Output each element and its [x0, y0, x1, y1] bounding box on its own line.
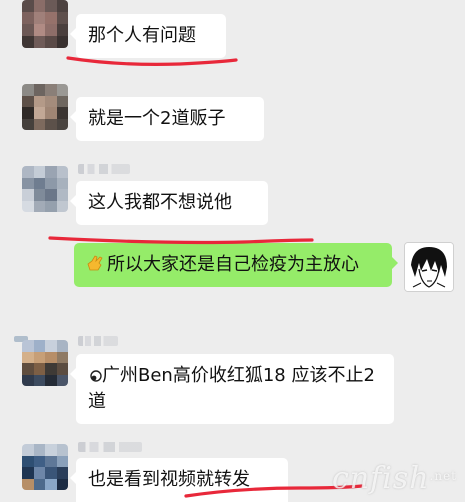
quote-icon — [88, 364, 102, 384]
message-bubble[interactable]: 就是一个2道贩子 — [70, 97, 264, 141]
message-text: 这人我都不想说他 — [88, 192, 232, 213]
anime-avatar-icon — [405, 243, 453, 291]
message-text: 也是看到视频就转发 — [88, 469, 250, 490]
message-text: 广州Ben高价收红狐18 应该不止2道 — [88, 365, 375, 412]
message-bubble-self[interactable]: 所以大家还是自己检疫为主放心 — [74, 243, 398, 287]
avatar[interactable] — [22, 444, 68, 490]
message-text: 就是一个2道贩子 — [88, 108, 226, 129]
sender-name — [78, 336, 118, 346]
sender-name — [78, 442, 142, 452]
message-text: 所以大家还是自己检疫为主放心 — [107, 254, 359, 275]
message-bubble[interactable]: 那个人有问题 — [70, 14, 226, 58]
message-bubble[interactable]: 这人我都不想说他 — [70, 181, 268, 225]
peace-hand-icon — [86, 253, 106, 273]
avatar[interactable] — [22, 166, 68, 212]
watermark-text: cnfish — [331, 461, 430, 496]
watermark-suffix: .net — [429, 469, 457, 483]
sender-name — [78, 164, 130, 174]
message-text: 那个人有问题 — [88, 25, 196, 46]
message-bubble[interactable]: 也是看到视频就转发 — [70, 458, 288, 502]
avatar[interactable] — [22, 84, 68, 130]
avatar-self[interactable] — [404, 242, 454, 292]
avatar[interactable] — [22, 340, 68, 386]
watermark: cnfish.net — [332, 461, 457, 496]
message-bubble[interactable]: 广州Ben高价收红狐18 应该不止2道 — [70, 354, 394, 424]
avatar[interactable] — [22, 0, 68, 48]
